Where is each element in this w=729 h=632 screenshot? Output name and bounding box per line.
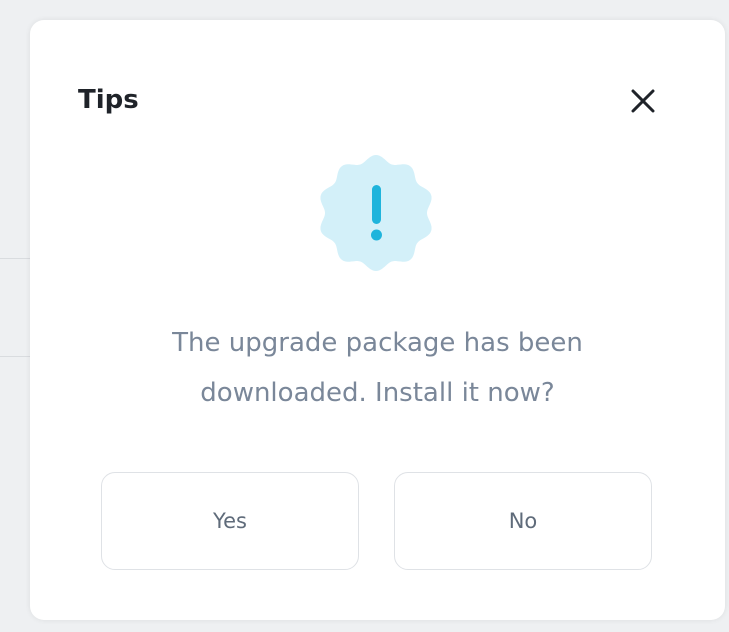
- backdrop-divider: [0, 356, 30, 357]
- message-line: The upgrade package has been: [172, 328, 583, 358]
- backdrop-divider: [0, 258, 30, 259]
- upgrade-dialog: Tips The upgrade package has been downlo…: [30, 20, 725, 620]
- close-icon: [631, 89, 655, 113]
- no-button[interactable]: No: [394, 472, 652, 570]
- yes-button[interactable]: Yes: [101, 472, 359, 570]
- close-button[interactable]: [626, 84, 660, 118]
- message-line: downloaded. Install it now?: [200, 378, 555, 408]
- dialog-title: Tips: [78, 85, 139, 115]
- dialog-message: The upgrade package has been downloaded.…: [30, 318, 725, 418]
- exclamation-badge-icon: [315, 152, 437, 274]
